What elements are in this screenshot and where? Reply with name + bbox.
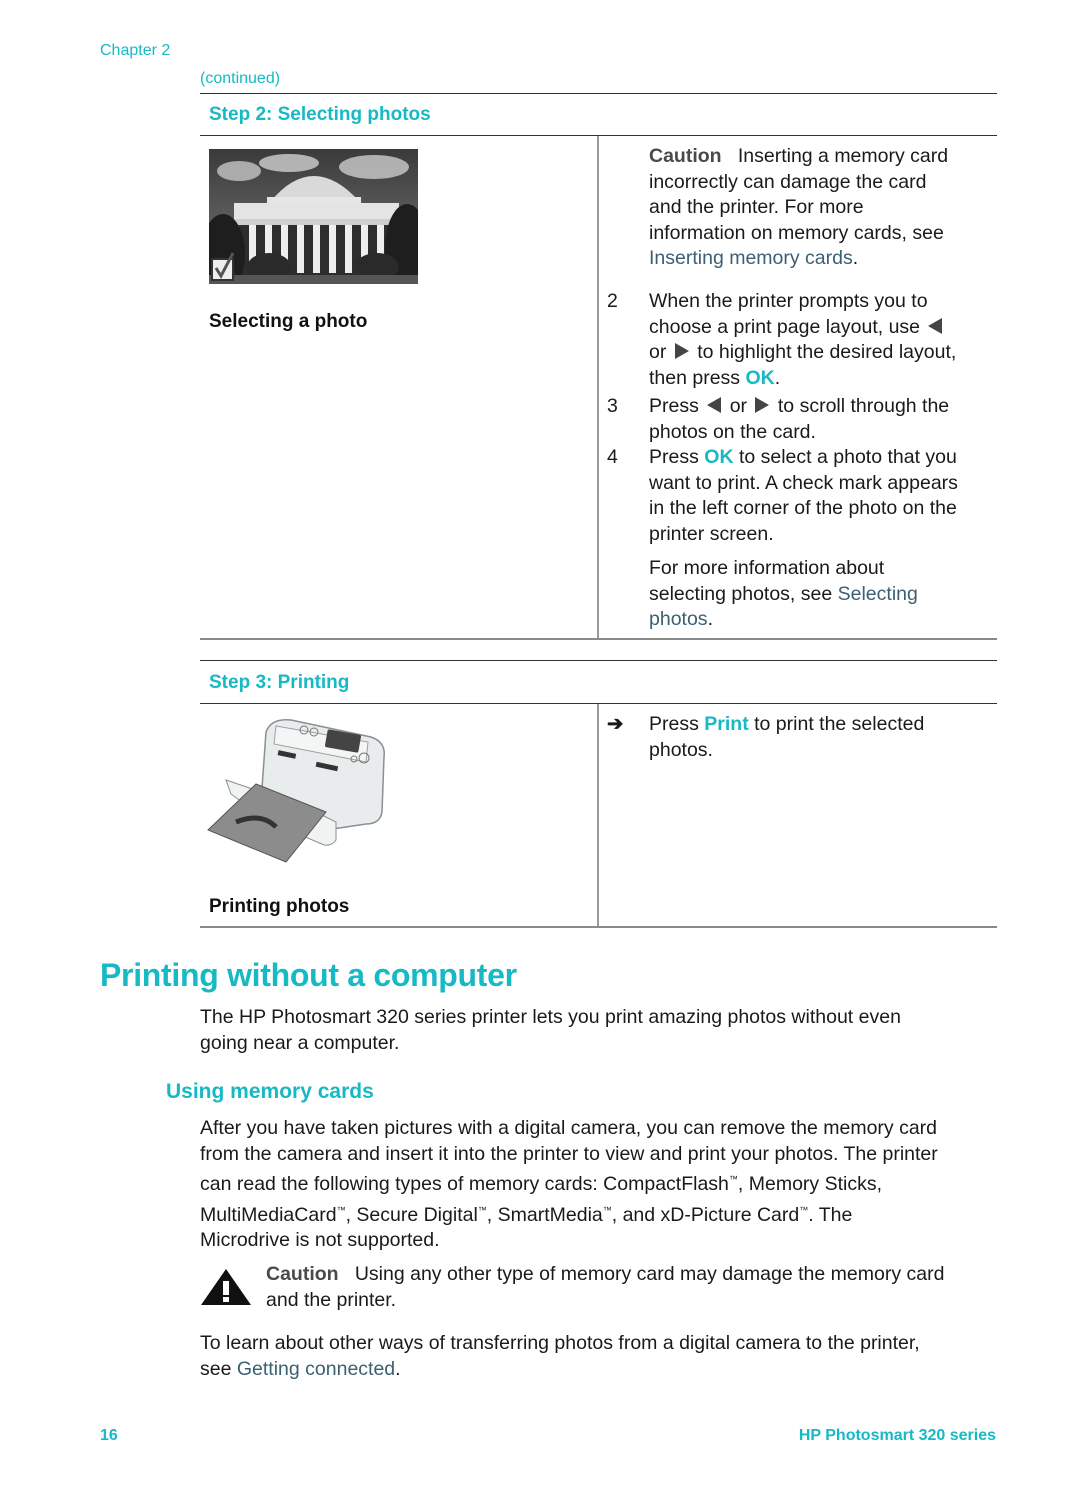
- memory-card-caution: Caution Using any other type of memory c…: [266, 1263, 945, 1311]
- section-title: Printing without a computer: [100, 957, 517, 993]
- step2-bottom-rule: [200, 638, 997, 640]
- table-top-rule: [200, 93, 997, 94]
- link-getting-connected[interactable]: Getting connected: [237, 1358, 395, 1380]
- print-button-label: Print: [704, 713, 749, 735]
- caution-label: Caution: [649, 145, 722, 167]
- printing-photos-caption: Printing photos: [209, 896, 350, 917]
- ok-button-label: OK: [745, 366, 775, 389]
- step-number: 4: [607, 446, 618, 468]
- step3-bottom-rule: [200, 926, 997, 928]
- step2-caution: Caution Inserting a memory card incorrec…: [649, 145, 949, 269]
- link-selecting-photos-cont[interactable]: photos: [649, 608, 708, 630]
- step3-column-divider: [597, 704, 599, 927]
- step2-title: Step 2: Selecting photos: [209, 104, 431, 125]
- right-arrow-button-icon: [755, 397, 770, 413]
- warning-icon: [199, 1267, 253, 1307]
- left-arrow-button-icon: [707, 397, 722, 413]
- step-item-4: 4 Press OK to select a photo that you wa…: [607, 446, 958, 545]
- step3-instruction: ➔ Press Print to print the selected phot…: [607, 713, 925, 761]
- selecting-photo-caption: Selecting a photo: [209, 311, 368, 332]
- step-number: 3: [607, 395, 618, 417]
- memory-cards-paragraph: After you have taken pictures with a dig…: [200, 1117, 938, 1251]
- step-number: 2: [607, 290, 618, 312]
- left-arrow-button-icon: [928, 317, 943, 334]
- step3-title: Step 3: Printing: [209, 672, 350, 693]
- step2-more-info: For more information about selecting pho…: [649, 557, 918, 630]
- arrow-right-icon: ➔: [607, 713, 624, 735]
- link-selecting-photos[interactable]: Selecting: [838, 583, 918, 605]
- step-item-2: 2 When the printer prompts you to choose…: [607, 290, 957, 389]
- link-inserting-memory-cards[interactable]: Inserting memory cards: [649, 247, 853, 269]
- chapter-label: Chapter 2: [100, 42, 171, 59]
- step2-column-divider: [597, 136, 599, 639]
- subsection-title: Using memory cards: [166, 1080, 374, 1103]
- caution-label: Caution: [266, 1263, 339, 1285]
- step3-top-rule: [200, 660, 997, 661]
- printer-image: [206, 712, 396, 872]
- right-arrow-button-icon: [674, 343, 689, 359]
- transfer-paragraph: To learn about other ways of transferrin…: [200, 1332, 920, 1380]
- page-number: 16: [100, 1427, 118, 1444]
- step-item-3: 3 Press or to scroll through the photos …: [607, 395, 950, 443]
- section-intro: The HP Photosmart 320 series printer let…: [200, 1006, 901, 1054]
- footer-product-title: HP Photosmart 320 series: [798, 1427, 996, 1444]
- continued-label: (continued): [200, 70, 281, 87]
- ok-button-label: OK: [704, 446, 734, 468]
- selecting-photo-image: [209, 149, 418, 284]
